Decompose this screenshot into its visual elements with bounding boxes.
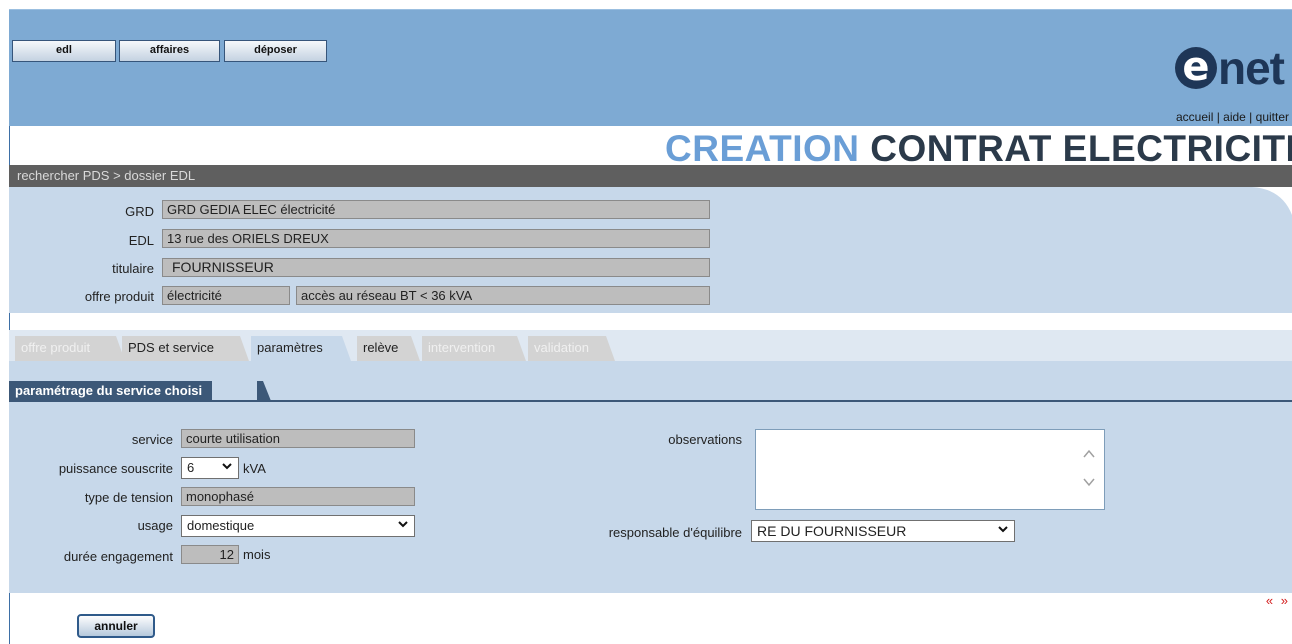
accueil-link[interactable]: accueil <box>1176 110 1213 124</box>
chevron-down-icon <box>222 463 232 470</box>
puissance-select[interactable]: 6 <box>181 457 239 479</box>
scroll-up-icon[interactable] <box>1082 448 1096 460</box>
logo-text: net <box>1218 42 1285 94</box>
pager-arrows[interactable]: « » <box>1266 593 1290 608</box>
grd-field: GRD GEDIA ELEC électricité <box>162 200 710 219</box>
puissance-unit: kVA <box>243 461 266 476</box>
logo-e-circle: e <box>1175 47 1217 89</box>
duree-unit: mois <box>243 547 271 562</box>
panel-corner-curve <box>1252 187 1292 215</box>
page-title: CREATION CONTRAT ELECTRICITE <box>665 128 1292 169</box>
link-separator: | <box>1245 110 1256 124</box>
duree-field: 12 <box>181 545 239 564</box>
quitter-link[interactable]: quitter <box>1256 110 1289 124</box>
deposer-button[interactable]: déposer <box>224 40 327 62</box>
offre-produit-field: électricité <box>162 286 290 305</box>
page-title-part2: CONTRAT ELECTRICITE <box>870 128 1292 169</box>
tab-pds-et-service[interactable]: PDS et service <box>122 336 249 361</box>
observations-textarea[interactable] <box>755 429 1105 510</box>
chevron-down-icon <box>998 526 1008 533</box>
chevron-down-icon <box>398 521 408 528</box>
service-label: service <box>131 432 173 447</box>
usage-label: usage <box>137 518 173 533</box>
titulaire-label: titulaire <box>112 261 154 276</box>
edl-field: 13 rue des ORIELS DREUX <box>162 229 710 248</box>
puissance-label: puissance souscrite <box>58 461 173 476</box>
link-separator: | <box>1213 110 1224 124</box>
usage-value: domestique <box>187 518 255 533</box>
grd-label: GRD <box>125 204 154 219</box>
scroll-down-icon[interactable] <box>1082 476 1096 488</box>
tension-field: monophasé <box>181 487 415 506</box>
edl-label: EDL <box>128 233 154 248</box>
service-field: courte utilisation <box>181 429 415 448</box>
breadcrumb: rechercher PDS > dossier EDL <box>9 165 1292 187</box>
responsable-select[interactable]: RE DU FOURNISSEUR <box>751 520 1015 542</box>
section-title-corner <box>257 381 271 401</box>
puissance-value: 6 <box>187 460 195 475</box>
header-bar: edl affaires déposer e net <box>9 9 1292 126</box>
annuler-button[interactable]: annuler <box>77 614 155 638</box>
tab-releve[interactable]: relève <box>357 336 420 361</box>
section-divider <box>9 400 1292 402</box>
tension-label: type de tension <box>84 490 173 505</box>
offre-detail-field: accès au réseau BT < 36 kVA <box>296 286 710 305</box>
aide-link[interactable]: aide <box>1223 110 1246 124</box>
observations-label: observations <box>668 432 742 447</box>
tab-offre-produit[interactable]: offre produit <box>15 336 125 361</box>
enet-logo: e net <box>1175 38 1285 98</box>
responsable-value: RE DU FOURNISSEUR <box>757 523 907 539</box>
top-links: accueil | aide | quitter <box>1176 110 1289 124</box>
section-title: paramétrage du service choisi <box>9 381 213 401</box>
affaires-button[interactable]: affaires <box>119 40 220 62</box>
usage-select[interactable]: domestique <box>181 515 415 537</box>
titulaire-field: FOURNISSEUR <box>162 258 710 277</box>
offre-produit-label: offre produit <box>84 289 154 304</box>
tab-intervention[interactable]: intervention <box>422 336 526 361</box>
responsable-label: responsable d'équilibre <box>608 525 742 540</box>
edl-button[interactable]: edl <box>12 40 116 62</box>
duree-label: durée engagement <box>63 549 173 564</box>
tab-validation[interactable]: validation <box>528 336 615 361</box>
page-title-part1: CREATION <box>665 128 860 169</box>
tab-parametres[interactable]: paramètres <box>251 336 351 361</box>
